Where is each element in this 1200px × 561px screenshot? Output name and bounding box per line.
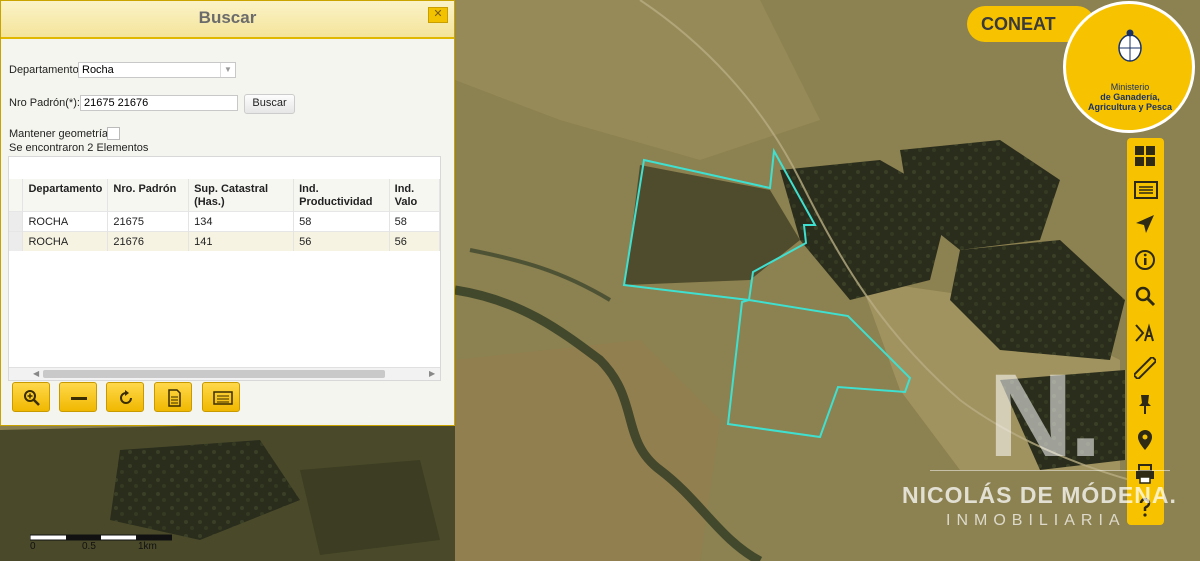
departamento-label: Departamento <box>9 64 79 76</box>
panel-title: Buscar <box>198 8 257 27</box>
table-row[interactable]: ROCHA 21675 134 58 58 <box>9 211 440 232</box>
app-title: CONEAT <box>981 14 1056 34</box>
location-button[interactable] <box>1127 424 1164 456</box>
departamento-value: Rocha <box>82 64 114 76</box>
navigate-icon <box>1136 215 1154 233</box>
ministry-logo: Ministerio de Ganadería, Agricultura y P… <box>1063 1 1195 133</box>
scale-label: 1km <box>138 541 157 552</box>
scale-label: 0 <box>30 541 36 552</box>
horizontal-scrollbar[interactable]: ◀ ▶ <box>9 367 440 380</box>
list-icon <box>213 391 233 405</box>
table-row[interactable]: ROCHA 21676 141 56 56 <box>9 231 440 251</box>
search-panel: Buscar ✕ Departamento Rocha ▼ Nro Padrón… <box>0 0 455 426</box>
results-count: Se encontraron 2 Elementos <box>9 142 149 154</box>
text-tool-button[interactable] <box>1127 316 1164 348</box>
ministry-line: Ministerio <box>1110 82 1150 92</box>
watermark-subtitle: INMOBILIARIA <box>946 512 1126 529</box>
ministry-line: Agricultura y Pesca <box>1087 102 1173 112</box>
column-header[interactable]: Nro. Padrón <box>107 179 190 212</box>
panel-header[interactable]: Buscar ✕ <box>1 1 454 39</box>
navigate-button[interactable] <box>1127 208 1164 240</box>
chevron-down-icon[interactable]: ▼ <box>220 63 235 77</box>
measure-button[interactable] <box>1127 352 1164 384</box>
mantener-geometria-label: Mantener geometría <box>9 128 109 140</box>
info-icon <box>1135 250 1155 270</box>
table-cell: 21676 <box>107 231 190 251</box>
document-icon <box>168 389 181 407</box>
row-selector[interactable] <box>9 211 24 232</box>
mantener-geometria-checkbox[interactable] <box>107 127 120 140</box>
table-cell: ROCHA <box>22 211 109 232</box>
ruler-icon <box>1134 357 1156 379</box>
table-cell: 58 <box>389 211 440 232</box>
table-cell: 134 <box>188 211 295 232</box>
list-icon <box>1134 181 1158 199</box>
column-header[interactable]: Ind. Valo <box>389 179 440 212</box>
search-button[interactable] <box>1127 280 1164 312</box>
pin-icon <box>1139 395 1151 414</box>
coat-of-arms-icon <box>1118 29 1142 62</box>
column-header[interactable]: Departamento <box>22 179 109 212</box>
scrollbar-thumb[interactable] <box>43 370 385 378</box>
table-cell: 58 <box>293 211 390 232</box>
padron-label: Nro Padrón(*): <box>9 97 80 109</box>
table-cell: 21675 <box>107 211 190 232</box>
column-header[interactable]: Ind. Productividad <box>293 179 390 212</box>
refresh-button[interactable] <box>106 382 144 412</box>
row-selector-header <box>9 179 24 212</box>
table-cell: 56 <box>293 231 390 251</box>
text-tool-icon <box>1135 323 1154 342</box>
results-grid[interactable]: Departamento Nro. Padrón Sup. Catastral … <box>8 156 441 381</box>
ministry-line: de Ganadería, <box>1100 92 1160 102</box>
minus-icon <box>71 397 87 400</box>
scroll-right-icon[interactable]: ▶ <box>429 369 435 378</box>
zoom-to-button[interactable] <box>12 382 50 412</box>
table-cell: ROCHA <box>22 231 109 251</box>
ministry-name: Ministerio de Ganadería, Agricultura y P… <box>1076 82 1184 112</box>
search-icon <box>1135 286 1156 307</box>
column-header[interactable]: Sup. Catastral (Has.) <box>188 179 295 212</box>
scroll-left-icon[interactable]: ◀ <box>33 369 39 378</box>
table-cell: 141 <box>188 231 295 251</box>
remove-button[interactable] <box>59 382 97 412</box>
refresh-icon <box>120 390 132 404</box>
results-table: Departamento Nro. Padrón Sup. Catastral … <box>9 179 440 251</box>
departamento-select[interactable]: Rocha ▼ <box>78 62 236 78</box>
buscar-button[interactable]: Buscar <box>244 94 295 114</box>
map-toolbar <box>1127 138 1164 525</box>
info-button[interactable] <box>1127 244 1164 276</box>
close-icon[interactable]: ✕ <box>428 7 448 23</box>
details-button[interactable] <box>202 382 240 412</box>
grid-icon <box>1135 146 1155 166</box>
pin-button[interactable] <box>1127 388 1164 420</box>
legend-button[interactable] <box>1127 174 1164 206</box>
scale-label: 0.5 <box>82 541 96 552</box>
watermark-name: NICOLÁS DE MÓDENA. <box>902 482 1177 508</box>
table-header-row: Departamento Nro. Padrón Sup. Catastral … <box>9 179 440 212</box>
location-icon <box>1138 430 1152 450</box>
report-button[interactable] <box>154 382 192 412</box>
zoom-in-icon <box>24 390 40 406</box>
padron-input[interactable] <box>80 95 238 111</box>
table-cell: 56 <box>389 231 440 251</box>
watermark-logo: N. <box>988 350 1102 482</box>
layers-button[interactable] <box>1127 140 1164 172</box>
row-selector[interactable] <box>9 231 24 251</box>
watermark-divider <box>930 470 1170 471</box>
